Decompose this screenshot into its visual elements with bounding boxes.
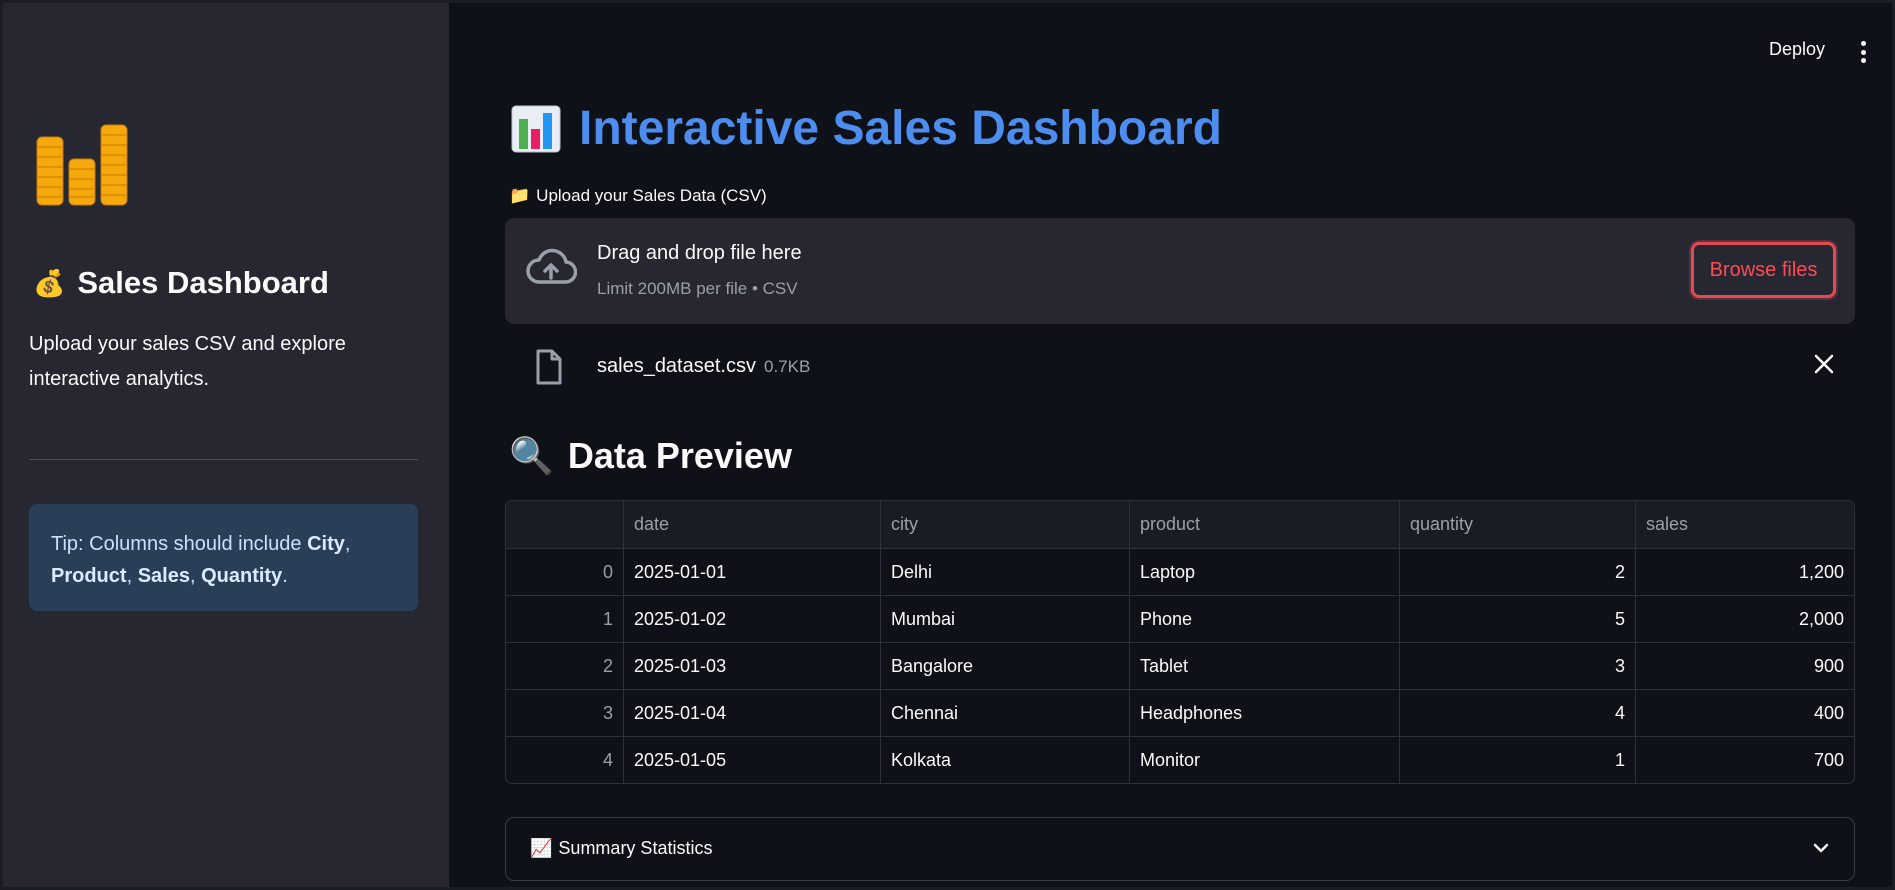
cell-sales[interactable]: 700: [1635, 737, 1854, 783]
table-row: 4 2025-01-05 Kolkata Monitor 1 700: [506, 736, 1854, 783]
cell-product[interactable]: Laptop: [1129, 549, 1399, 595]
chevron-down-icon[interactable]: [1812, 842, 1830, 854]
cell-product[interactable]: Tablet: [1129, 643, 1399, 689]
deploy-button[interactable]: Deploy: [1769, 39, 1825, 60]
file-dropzone[interactable]: Drag and drop file here Limit 200MB per …: [505, 218, 1855, 324]
file-name: sales_dataset.csv 0.7KB: [597, 355, 810, 378]
chart-up-icon: 📈: [530, 838, 553, 858]
column-header-date[interactable]: date: [623, 501, 880, 548]
file-icon: [536, 349, 562, 385]
tip-col-city: City: [307, 533, 345, 555]
tip-sep: ,: [189, 565, 202, 587]
sidebar-divider: [29, 459, 418, 460]
row-index: 0: [602, 561, 613, 582]
summary-statistics-expander[interactable]: 📈 Summary Statistics: [505, 817, 1855, 881]
cell-sales[interactable]: 900: [1635, 643, 1854, 689]
money-bag-icon: 💰: [33, 267, 66, 298]
tip-col-quantity: Quantity: [201, 565, 283, 587]
cell-sales[interactable]: 1,200: [1635, 549, 1854, 595]
table-row: 3 2025-01-04 Chennai Headphones 4 400: [506, 689, 1854, 736]
data-preview-title: 🔍 Data Preview: [509, 435, 792, 477]
cell-date[interactable]: 2025-01-02: [623, 596, 880, 642]
cloud-upload-icon: [526, 248, 577, 284]
column-header-sales[interactable]: sales: [1635, 501, 1854, 548]
column-header-index[interactable]: [506, 501, 623, 548]
cell-date[interactable]: 2025-01-04: [623, 690, 880, 736]
magnifier-icon: 🔍: [509, 435, 554, 476]
main-content: Deploy Interactive Sales Dashboard 📁 Upl…: [449, 3, 1892, 887]
sidebar: 💰 Sales Dashboard Upload your sales CSV …: [3, 3, 449, 887]
cell-quantity[interactable]: 3: [1399, 643, 1635, 689]
cell-product[interactable]: Headphones: [1129, 690, 1399, 736]
table-header-row: date city product quantity sales: [506, 501, 1854, 548]
cell-city[interactable]: Bangalore: [880, 643, 1129, 689]
sidebar-title-text: Sales Dashboard: [77, 265, 329, 300]
kebab-menu-icon[interactable]: [1860, 41, 1866, 63]
page-title-text: Interactive Sales Dashboard: [579, 102, 1222, 155]
cell-quantity[interactable]: 5: [1399, 596, 1635, 642]
tip-prefix: Tip: Columns should include: [51, 533, 308, 555]
cell-city[interactable]: Delhi: [880, 549, 1129, 595]
row-index: 2: [602, 655, 613, 676]
row-index: 4: [602, 749, 613, 770]
cell-date[interactable]: 2025-01-03: [623, 643, 880, 689]
column-header-city[interactable]: city: [880, 501, 1129, 548]
tip-end: .: [282, 565, 288, 587]
bar-chart-icon: [511, 105, 561, 152]
cell-quantity[interactable]: 4: [1399, 690, 1635, 736]
table-row: 2 2025-01-03 Bangalore Tablet 3 900: [506, 642, 1854, 689]
table-row: 1 2025-01-02 Mumbai Phone 5 2,000: [506, 595, 1854, 642]
cell-sales[interactable]: 2,000: [1635, 596, 1854, 642]
dropzone-subtitle: Limit 200MB per file • CSV: [597, 279, 798, 298]
file-size: 0.7KB: [763, 357, 811, 376]
row-index: 3: [602, 702, 613, 723]
sidebar-description: Upload your sales CSV and explore intera…: [29, 333, 346, 390]
upload-label-text: Upload your Sales Data (CSV): [536, 186, 767, 205]
cell-product[interactable]: Phone: [1129, 596, 1399, 642]
column-header-product[interactable]: product: [1129, 501, 1399, 548]
row-index: 1: [602, 608, 613, 629]
sidebar-title: 💰 Sales Dashboard: [33, 265, 329, 301]
cell-product[interactable]: Monitor: [1129, 737, 1399, 783]
tip-col-sales: Sales: [137, 565, 190, 587]
summary-statistics-text: Summary Statistics: [558, 838, 713, 858]
folder-icon: 📁: [509, 186, 531, 205]
browse-files-button[interactable]: Browse files: [1691, 242, 1836, 298]
cell-city[interactable]: Mumbai: [880, 596, 1129, 642]
data-table[interactable]: date city product quantity sales 0 2025-…: [505, 500, 1855, 784]
close-icon[interactable]: [1813, 353, 1835, 375]
tip-col-product: Product: [51, 565, 127, 587]
tip-sep: ,: [126, 565, 138, 587]
cell-sales[interactable]: 400: [1635, 690, 1854, 736]
tip-sep: ,: [344, 533, 351, 555]
cell-date[interactable]: 2025-01-01: [623, 549, 880, 595]
column-header-quantity[interactable]: quantity: [1399, 501, 1635, 548]
table-row: 0 2025-01-01 Delhi Laptop 2 1,200: [506, 548, 1854, 595]
data-preview-title-text: Data Preview: [567, 435, 792, 476]
tip-box: Tip: Columns should include City, Produc…: [29, 504, 418, 611]
dropzone-title: Drag and drop file here: [597, 242, 802, 264]
file-name-text: sales_dataset.csv: [597, 355, 756, 377]
cell-date[interactable]: 2025-01-05: [623, 737, 880, 783]
page-title: Interactive Sales Dashboard: [511, 101, 1222, 156]
coins-stack-icon: [36, 124, 128, 206]
cell-city[interactable]: Kolkata: [880, 737, 1129, 783]
cell-city[interactable]: Chennai: [880, 690, 1129, 736]
cell-quantity[interactable]: 1: [1399, 737, 1635, 783]
cell-quantity[interactable]: 2: [1399, 549, 1635, 595]
app-window: 💰 Sales Dashboard Upload your sales CSV …: [0, 0, 1895, 890]
upload-label: 📁 Upload your Sales Data (CSV): [509, 186, 767, 206]
summary-statistics-label: 📈 Summary Statistics: [530, 838, 712, 859]
uploaded-file-row: sales_dataset.csv 0.7KB: [505, 343, 1855, 393]
